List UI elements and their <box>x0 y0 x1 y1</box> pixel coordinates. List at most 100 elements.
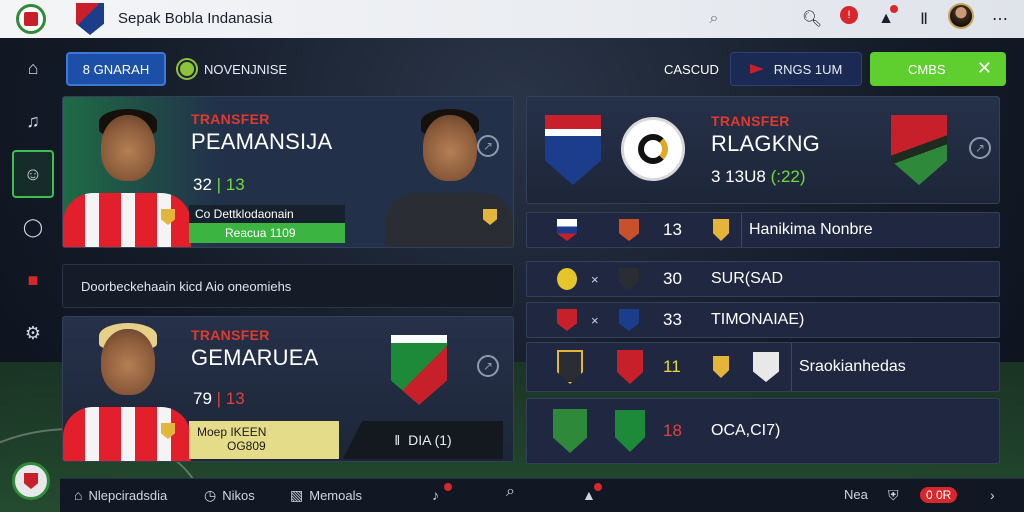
music-note-icon: ♫ <box>26 110 40 131</box>
contract-info-box: Moep IKEEN OG809 <box>189 421 339 459</box>
crest-icon <box>713 356 729 378</box>
nav-item-nea[interactable]: Nea <box>844 487 868 502</box>
ranking-row[interactable]: × 33 TIMONAIAE) <box>526 302 1000 338</box>
info-search-bar[interactable]: Doorbeckehaain kicd Aio oneomiehs <box>62 264 514 308</box>
row-number: 30 <box>663 269 682 288</box>
bar-icon: ‖ <box>394 432 401 448</box>
row-number: 33 <box>663 310 682 329</box>
nav-item-notifications[interactable]: ▲ <box>582 487 596 503</box>
score-pill: 0 0R <box>920 487 958 503</box>
search-icon[interactable]: ⌕ <box>702 7 726 31</box>
sidebar-item-flag[interactable]: ■ <box>12 256 54 304</box>
cmbs-label: CMBS <box>908 61 946 77</box>
stats-icon[interactable]: Ⅱ <box>912 7 936 31</box>
crest-icon <box>619 268 639 290</box>
app-logo-icon[interactable] <box>16 4 46 34</box>
sidebar-item-chat[interactable]: ◯ <box>12 203 54 251</box>
row-name: Hanikima Nonbre <box>749 221 873 238</box>
row-number: 18 <box>663 421 682 440</box>
transfer-tag: TRANSFER <box>191 111 270 127</box>
row-divider <box>791 343 792 391</box>
club-crest-icon <box>391 335 447 405</box>
crest-icon <box>557 268 577 290</box>
search-alt-icon[interactable]: 🔍︎ <box>800 7 824 31</box>
rngs-button[interactable]: RNGS 1UM <box>730 52 862 86</box>
sidebar-item-players[interactable]: ☺ <box>12 150 54 198</box>
nav-item-nikos[interactable]: ◷ Nikos <box>204 487 255 504</box>
row-name: Sraokianhedas <box>799 358 906 375</box>
notification-badge[interactable]: ! <box>840 6 858 24</box>
nov-label: NOVENJNISE <box>204 61 288 77</box>
sidebar-item-music[interactable]: ♫ <box>12 97 54 145</box>
cascud-link[interactable]: CASCUD <box>664 62 719 77</box>
app-title: Sepak Bobla Indanasia <box>118 10 273 27</box>
nav-item-score[interactable]: 0 0R <box>920 487 958 503</box>
nav-item-label: Nlepciradsdia <box>88 487 168 503</box>
crest-icon <box>615 410 645 452</box>
transfer-tag-2: TRANSFER <box>191 327 270 343</box>
rngs-label: RNGS 1UM <box>773 61 843 77</box>
nav-item-memoals[interactable]: ▧ Memoals <box>290 487 362 504</box>
nav-item-label: Nea <box>844 487 868 502</box>
nav-item-alerts[interactable]: ♪ <box>432 487 439 503</box>
nav-item-search[interactable]: ⌕ <box>506 483 515 501</box>
player-photo-2 <box>385 97 513 247</box>
stat-box-top: Co Dettklodaonain <box>189 205 345 223</box>
primary-filter-button[interactable]: 8 GNARAH <box>66 52 166 86</box>
contract-line-2: OG809 <box>227 439 266 453</box>
versus-icon: × <box>591 271 599 287</box>
nav-item-home[interactable]: ⌂ Nlepciradsdia <box>74 487 167 503</box>
more-menu-icon[interactable]: ⋯ <box>988 7 1012 31</box>
player-stat-2: 79 | 13 <box>193 389 245 408</box>
status-dot-icon <box>178 60 196 78</box>
value-pill[interactable]: ‖ DIA (1) <box>343 421 503 459</box>
player-stat: 32 | 13 <box>193 175 245 194</box>
federation-crest-icon <box>76 3 104 35</box>
top-bar: Sepak Bobla Indanasia ⌕ 🔍︎ ! ▲ Ⅱ ⋯ <box>0 0 1024 38</box>
ranking-stat: 3 13U8 (:22) <box>711 167 806 186</box>
trend-icon-2[interactable]: ↗ <box>477 355 499 377</box>
crest-icon <box>557 350 583 384</box>
transfer-card-1[interactable]: TRANSFER PEAMANSIJA 32 | 13 Co Dettkloda… <box>62 96 514 248</box>
ranking-card[interactable]: TRANSFER RLAGKNG 3 13U8 (:22) ↗ <box>526 96 1000 204</box>
ranking-row[interactable]: 11 Sraokianhedas <box>526 342 1000 392</box>
home-icon: ⌂ <box>27 57 39 78</box>
sidebar-item-home[interactable]: ⌂ <box>12 44 54 92</box>
ranking-tag: TRANSFER <box>711 113 790 129</box>
cmbs-button[interactable]: CMBS ✕ <box>870 52 1006 86</box>
crest-icon <box>553 409 587 453</box>
bell-icon: ▲ <box>582 487 596 503</box>
flag-icon: ■ <box>27 269 39 290</box>
image-icon: ▧ <box>290 487 304 503</box>
close-icon[interactable]: ✕ <box>977 58 992 79</box>
crest-icon <box>619 309 639 331</box>
alert-dot <box>444 483 452 491</box>
ranking-row[interactable]: 13 Hanikima Nonbre <box>526 212 1000 248</box>
user-avatar[interactable] <box>948 3 974 29</box>
ranking-title: RLAGKNG <box>711 131 820 156</box>
nov-toggle[interactable]: NOVENJNISE <box>178 60 287 78</box>
row-name: OCA,CI7) <box>711 422 781 439</box>
nav-next[interactable]: › <box>990 487 995 503</box>
ranking-row[interactable]: 18 OCA,CI7) <box>526 398 1000 464</box>
row-divider <box>741 213 742 247</box>
player-name: PEAMANSIJA <box>191 129 333 154</box>
player-name-2: GEMARUEA <box>191 345 319 370</box>
home-icon: ⌂ <box>74 487 83 503</box>
chevron-right-icon: › <box>990 487 995 503</box>
nav-item-club[interactable]: ⛨ <box>888 487 899 504</box>
trend-icon-3[interactable]: ↗ <box>969 137 991 159</box>
ranking-row[interactable]: × 30 SUR(SAD <box>526 261 1000 297</box>
transfer-card-2[interactable]: TRANSFER GEMARUEA 79 | 13 ↗ Moep IKEEN O… <box>62 316 514 462</box>
trend-icon[interactable]: ↗ <box>477 135 499 157</box>
play-icon <box>749 64 764 74</box>
value-pill-text: DIA (1) <box>408 432 452 448</box>
sidebar-item-settings[interactable]: ⚙ <box>12 309 54 357</box>
bottom-nav: ⌂ Nlepciradsdia ◷ Nikos ▧ Memoals ♪ ⌕ ▲ Nea… <box>60 478 1024 512</box>
row-name: SUR(SAD <box>711 270 784 287</box>
contract-line-1: Moep IKEEN <box>197 425 267 439</box>
club-profile-icon[interactable] <box>12 462 50 500</box>
crest-icon <box>557 309 577 331</box>
club-round-badge-icon <box>621 117 685 181</box>
club-crest-blue-icon <box>545 115 601 185</box>
